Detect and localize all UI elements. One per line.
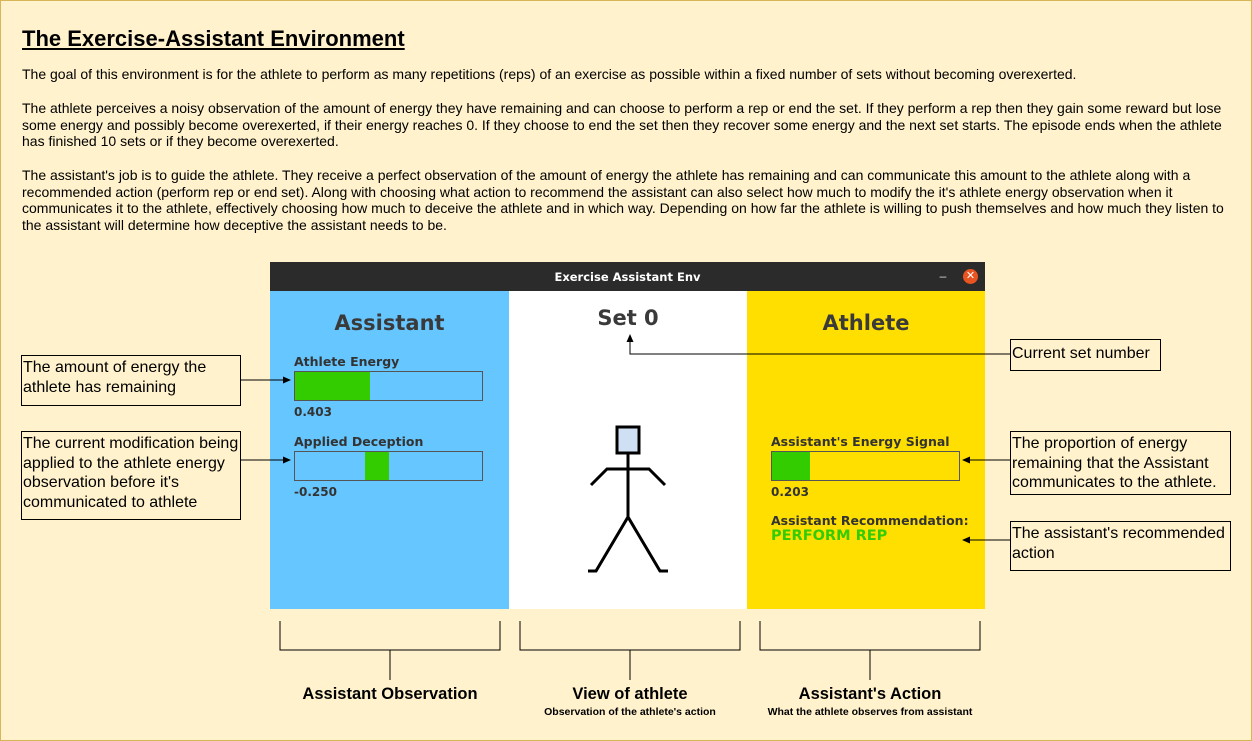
arrow-to-set-number: [626, 334, 1010, 355]
section-assistant-action: Assistant's Action: [798, 685, 942, 703]
section-view-of-athlete: View of athlete: [572, 685, 688, 703]
section-assistant-observation: Assistant Observation: [302, 685, 478, 703]
bracket-view-of-athlete: [519, 621, 741, 651]
section-view-subtitle: Observation of the athlete's action: [544, 706, 716, 718]
section-action-subtitle: What the athlete observes from assistant: [767, 706, 973, 718]
bracket-assistant-action: [759, 621, 981, 651]
bracket-assistant-observation: [279, 621, 501, 651]
connector-lines: [241, 334, 1010, 680]
